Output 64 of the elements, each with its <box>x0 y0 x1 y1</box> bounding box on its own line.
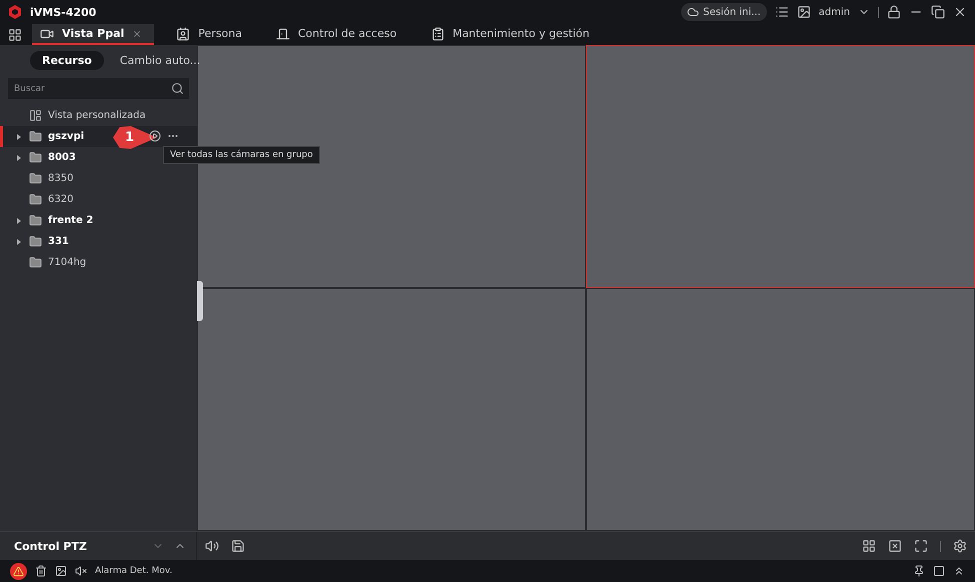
expand-icon[interactable] <box>15 216 23 224</box>
save-icon[interactable] <box>231 539 245 553</box>
door-icon <box>276 26 290 40</box>
folder-icon <box>29 151 42 164</box>
lock-icon[interactable] <box>887 5 901 19</box>
folder-icon <box>29 256 42 269</box>
ptz-label: Control PTZ <box>14 540 87 552</box>
close-icon[interactable] <box>953 5 967 19</box>
settings-icon[interactable] <box>953 539 967 553</box>
mute-icon[interactable] <box>75 565 87 577</box>
volume-icon[interactable] <box>205 539 219 553</box>
tree-item[interactable]: 331 <box>48 236 69 247</box>
contact-card-icon <box>176 26 190 40</box>
window-title: iVMS-4200 <box>30 6 96 18</box>
alarm-label: Alarma Det. Mov. <box>95 566 172 576</box>
folder-icon <box>29 214 42 227</box>
mode-tab[interactable]: Cambio auto... <box>108 51 212 70</box>
trash-icon[interactable] <box>35 565 47 577</box>
expand-icon[interactable] <box>15 132 23 140</box>
tab[interactable]: Persona <box>168 24 254 45</box>
video-cell[interactable] <box>197 288 586 531</box>
close-all-icon[interactable] <box>888 539 902 553</box>
image-icon[interactable] <box>55 565 67 577</box>
tab[interactable]: Vista Ppal <box>32 24 154 45</box>
tooltip: Ver todas las cámaras en grupo <box>163 146 320 164</box>
logo-icon <box>8 5 22 19</box>
folder-icon <box>29 172 42 185</box>
close-tab-icon[interactable] <box>132 28 142 38</box>
tree-item[interactable]: Vista personalizada <box>48 110 146 121</box>
tree-item[interactable]: 6320 <box>48 194 74 205</box>
search-field[interactable]: Buscar <box>8 78 189 99</box>
expand-icon[interactable] <box>15 154 23 162</box>
layout-icon[interactable] <box>862 539 876 553</box>
collapse-handle[interactable] <box>197 281 203 321</box>
expand-icon[interactable] <box>15 238 23 246</box>
folder-icon <box>29 130 42 143</box>
search-icon[interactable] <box>171 82 184 95</box>
folder-icon <box>29 193 42 206</box>
user-name: admin <box>818 6 850 18</box>
tree-item[interactable]: frente 2 <box>48 215 94 226</box>
tree-item[interactable]: 8350 <box>48 173 74 184</box>
tree-item[interactable]: 8003 <box>48 152 76 163</box>
tree-item[interactable]: gszvpi <box>48 131 84 142</box>
image-icon[interactable] <box>796 5 811 19</box>
list-icon[interactable] <box>774 5 789 19</box>
cloud-icon <box>687 6 700 18</box>
clipboard-icon <box>430 26 445 40</box>
alarm-icon[interactable] <box>10 562 27 580</box>
video-cell[interactable] <box>586 45 975 288</box>
pin-icon[interactable] <box>913 565 925 577</box>
play-icon[interactable] <box>149 130 161 142</box>
restore-icon[interactable] <box>931 5 945 19</box>
callout-badge: 1 <box>113 126 157 149</box>
cloud-status-button[interactable]: Sesión ini... <box>681 3 767 21</box>
mode-tab[interactable]: Recurso <box>30 51 104 70</box>
expand-up-icon[interactable] <box>953 565 965 577</box>
tab[interactable]: Mantenimiento y gestión <box>422 24 602 45</box>
tab[interactable]: Control de acceso <box>268 24 409 45</box>
square-icon[interactable] <box>933 565 945 577</box>
fullscreen-icon[interactable] <box>914 539 928 553</box>
tree-item[interactable]: 7104hg <box>48 257 86 268</box>
folder-icon <box>29 235 42 248</box>
view-icon <box>29 109 42 122</box>
video-cell[interactable] <box>586 288 975 531</box>
